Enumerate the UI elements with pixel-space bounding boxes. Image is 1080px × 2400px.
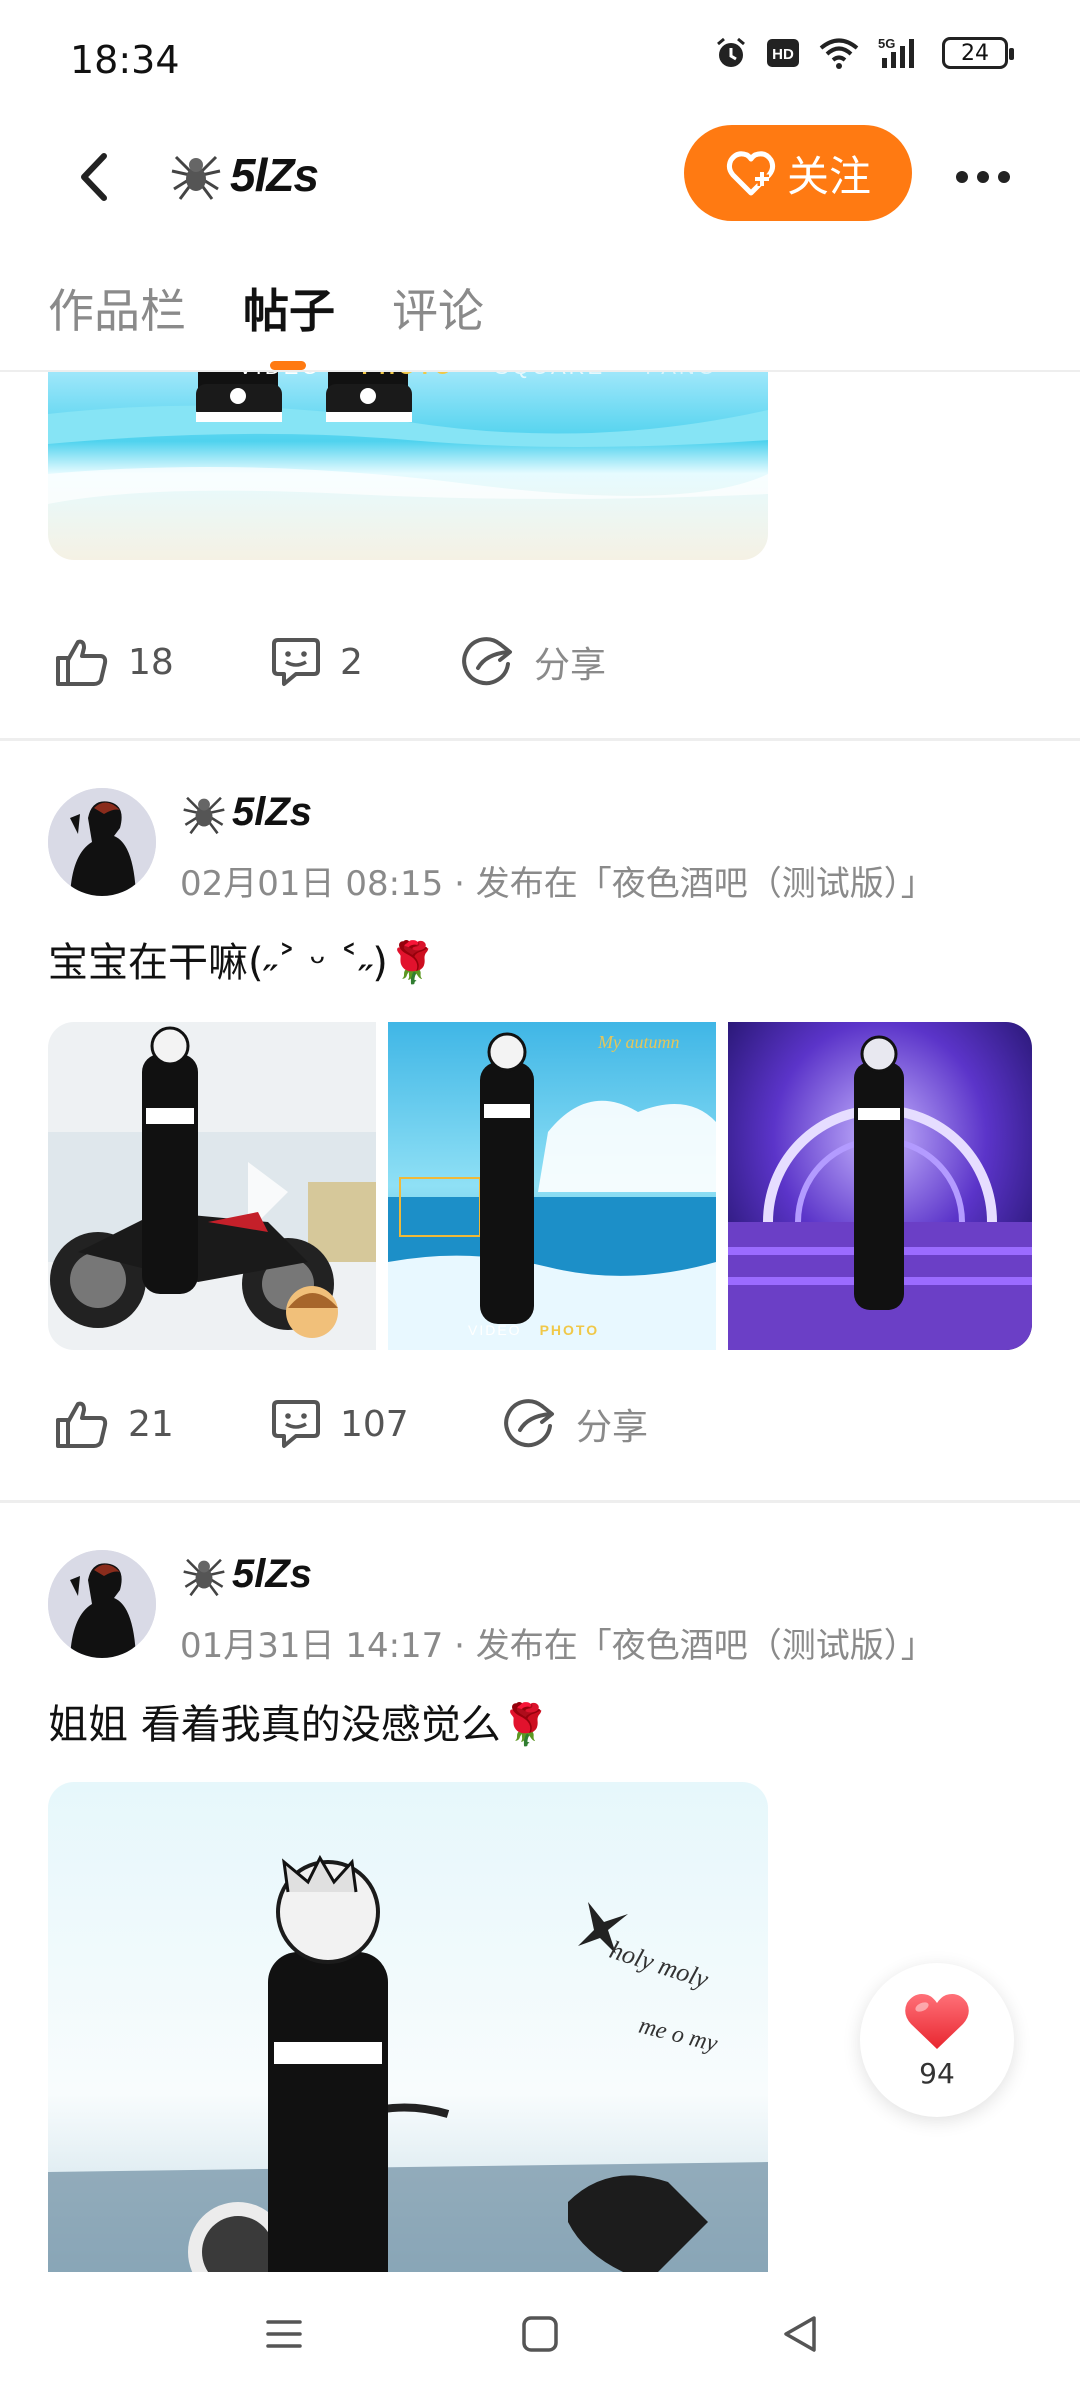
- floating-like-count: 94: [919, 2056, 955, 2090]
- author-name: 5lZs: [232, 1552, 313, 1596]
- like-count: 21: [128, 1403, 174, 1445]
- share-action[interactable]: 分享: [460, 622, 606, 702]
- like-action[interactable]: 21: [54, 1384, 174, 1464]
- avatar[interactable]: [48, 1550, 156, 1658]
- tab-bar: 作品栏 帖子 评论: [0, 255, 1080, 372]
- spider-icon: [183, 1558, 225, 1596]
- header: 5lZs 关注: [0, 120, 1080, 240]
- share-icon: [462, 637, 512, 686]
- wifi-icon: [819, 38, 859, 69]
- battery-icon: 24: [942, 37, 1014, 69]
- post-image-beach[interactable]: My autumn VIDEO PHOTO: [388, 1022, 716, 1350]
- post-author[interactable]: 5lZs: [180, 1552, 312, 1597]
- post-actions: 18 2 分享: [0, 622, 1080, 702]
- system-navigation-bar: [0, 2272, 1080, 2400]
- post-image-motorcycle[interactable]: [48, 1022, 376, 1350]
- active-tab-indicator: [270, 361, 306, 370]
- signal-5g-icon: 5G: [878, 36, 914, 68]
- camera-mode: PANO: [645, 372, 718, 380]
- svg-text:5G: 5G: [878, 36, 895, 51]
- camera-mode: VIDEO: [468, 1322, 522, 1338]
- post-text[interactable]: 宝宝在干嘛(˶˃ ᵕ ˂˶)🌹: [48, 930, 438, 988]
- post-actions: 21 107 分享: [0, 1384, 1080, 1464]
- spider-icon: [183, 796, 225, 834]
- thumbs-up-icon: [56, 639, 108, 686]
- post-image[interactable]: holy moly me o my: [48, 1782, 768, 2272]
- back-triangle-icon[interactable]: [778, 2312, 822, 2360]
- hd-icon: HD: [767, 39, 799, 67]
- post-meta[interactable]: 02月01日 08:15 · 发布在「夜色酒吧（测试版）」: [180, 856, 935, 905]
- status-icons: HD 5G 24: [714, 36, 1014, 70]
- comment-count: 107: [340, 1403, 409, 1445]
- heart-icon: [905, 1993, 969, 2049]
- camera-mode-strip: VIDEO PHOTO SQUARE PANO: [238, 372, 718, 380]
- follow-button[interactable]: 关注: [684, 125, 912, 221]
- home-icon[interactable]: [518, 2312, 562, 2360]
- post-image-stage[interactable]: [728, 1022, 1032, 1350]
- status-bar: 18:34 HD 5G 24: [0, 0, 1080, 120]
- share-icon: [504, 1399, 554, 1448]
- floating-like-button[interactable]: 94: [860, 1963, 1014, 2117]
- comment-count: 2: [340, 641, 363, 683]
- svg-text:HD: HD: [772, 46, 794, 63]
- post-image[interactable]: VIDEO PHOTO SQUARE PANO: [48, 372, 768, 560]
- heart-plus-icon: [726, 151, 776, 196]
- more-options-icon[interactable]: [948, 142, 1018, 212]
- profile-title: 5lZs: [168, 148, 319, 202]
- camera-mode: PHOTO: [539, 1322, 600, 1338]
- comment-action[interactable]: 107: [270, 1384, 409, 1464]
- camera-mode-strip-small: VIDEO PHOTO: [468, 1322, 599, 1338]
- alarm-icon: [717, 37, 745, 67]
- camera-mode: SQUARE: [494, 372, 605, 380]
- image-sky-text: My autumn: [598, 1032, 680, 1052]
- comment-action[interactable]: 2: [270, 622, 363, 702]
- post-author[interactable]: 5lZs: [180, 790, 312, 835]
- thumbs-up-icon: [56, 1401, 108, 1448]
- like-action[interactable]: 18: [54, 622, 174, 702]
- post-text[interactable]: 姐姐 看着我真的没感觉么🌹: [48, 1692, 551, 1750]
- profile-name: 5lZs: [230, 149, 319, 201]
- camera-mode: VIDEO: [238, 372, 321, 380]
- status-time: 18:34: [70, 38, 180, 82]
- comment-icon: [272, 1400, 320, 1448]
- avatar[interactable]: [48, 788, 156, 896]
- share-label: 分享: [576, 1407, 649, 1448]
- menu-icon[interactable]: [262, 2312, 306, 2360]
- tab-works[interactable]: 作品栏: [48, 275, 186, 341]
- spider-icon: [171, 155, 221, 200]
- back-arrow-icon[interactable]: [60, 142, 130, 212]
- author-name: 5lZs: [232, 790, 313, 834]
- post-divider: [0, 738, 1080, 741]
- post-divider: [0, 1500, 1080, 1503]
- tab-posts[interactable]: 帖子: [243, 275, 335, 341]
- comment-icon: [272, 638, 320, 686]
- tab-comments[interactable]: 评论: [392, 275, 484, 341]
- like-count: 18: [128, 641, 174, 683]
- share-label: 分享: [534, 645, 607, 686]
- post-meta[interactable]: 01月31日 14:17 · 发布在「夜色酒吧（测试版）」: [180, 1618, 935, 1667]
- share-action[interactable]: 分享: [502, 1384, 648, 1464]
- follow-label: 关注: [786, 151, 871, 201]
- camera-mode: PHOTO: [361, 372, 454, 380]
